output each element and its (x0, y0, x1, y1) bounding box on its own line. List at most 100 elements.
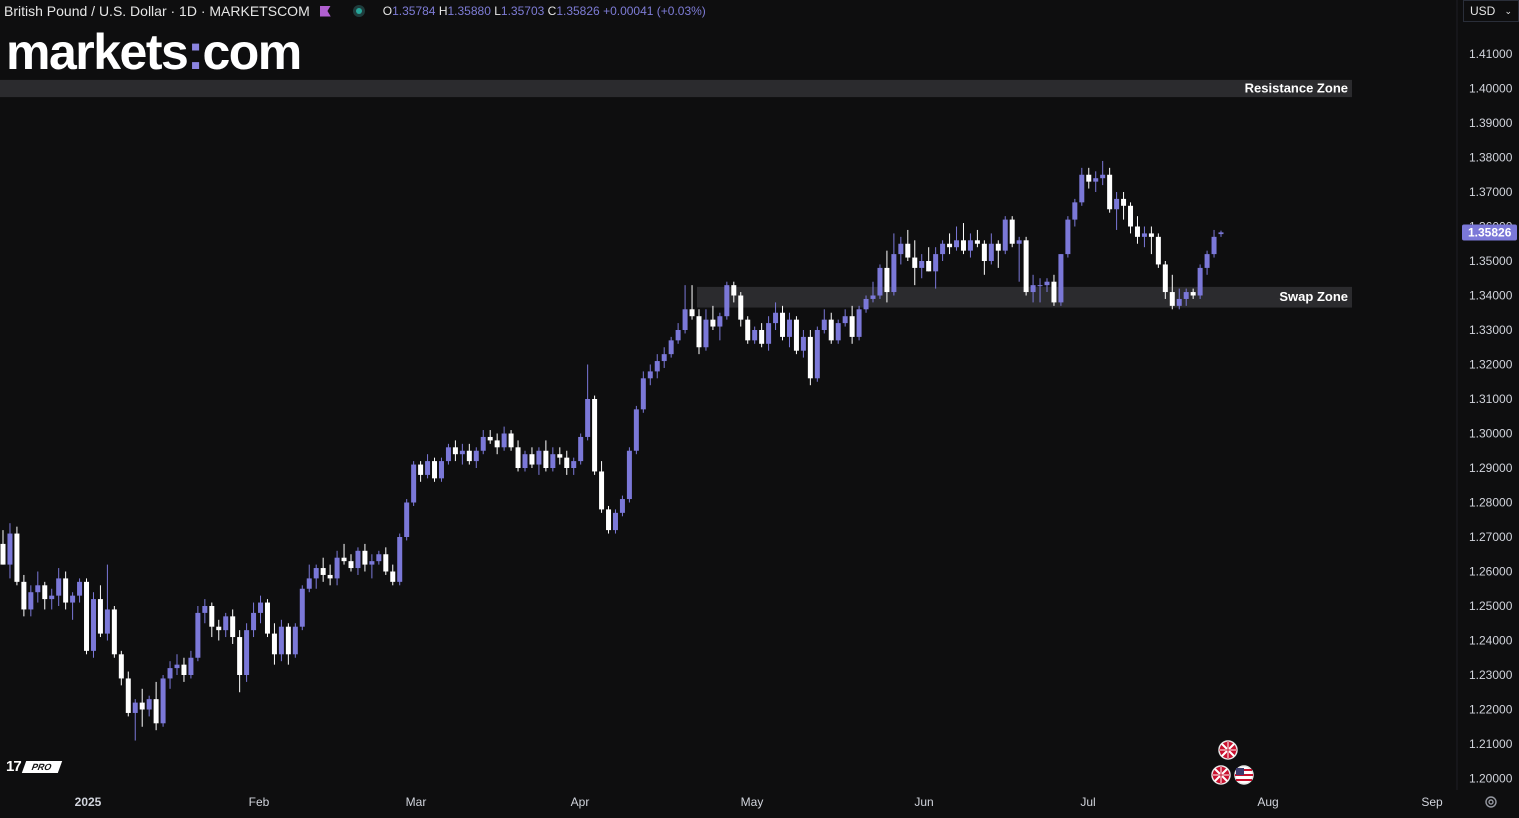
candle-body (856, 309, 862, 337)
x-tick-label: Apr (571, 795, 590, 809)
candle-body (132, 702, 138, 713)
candle-body (341, 557, 347, 562)
candles-layer (0, 160, 1224, 741)
candle-body (501, 433, 507, 448)
candle-body (97, 599, 103, 634)
candle-body (264, 602, 270, 634)
candle-body (557, 454, 563, 458)
candle-body (278, 626, 284, 655)
y-tick-label: 1.27000 (1469, 530, 1513, 544)
symbol-title[interactable]: British Pound / U.S. Dollar · 1D · MARKE… (4, 3, 310, 19)
candle-body (174, 664, 180, 669)
currency-selector[interactable]: USD ⌄ (1463, 0, 1519, 22)
candle-body (63, 578, 69, 603)
candle-body (1044, 281, 1050, 286)
candle-body (1009, 219, 1015, 244)
candle-body (271, 633, 277, 655)
price-tag-layer: 1.35826 (1462, 224, 1517, 241)
candle-body (599, 471, 605, 510)
candle-body (891, 254, 897, 293)
time-axis[interactable]: 2025 Feb Mar Apr May Jun Jul Aug Sep (75, 795, 1443, 809)
candle-body (522, 454, 528, 468)
candle-body (536, 450, 542, 465)
x-tick-label: May (741, 795, 764, 809)
candle-body (564, 457, 570, 468)
candle-body (7, 533, 13, 565)
candle-body (877, 267, 883, 296)
candle-body (1204, 254, 1210, 268)
candle-body (1128, 205, 1134, 227)
gear-icon[interactable] (1484, 795, 1498, 809)
candle-body (313, 568, 319, 579)
candle-body (717, 316, 723, 327)
candle-body (0, 543, 6, 565)
tradingview-logo[interactable]: 17 PRO (6, 758, 62, 775)
candle-body (28, 592, 34, 610)
us-flag-icon[interactable] (1234, 765, 1254, 785)
zone-label: Swap Zone (1279, 289, 1348, 304)
x-tick-label: Jun (914, 795, 933, 809)
symbol-header: British Pound / U.S. Dollar · 1D · MARKE… (4, 2, 706, 20)
ohlc-values: O1.35784 H1.35880 L1.35703 C1.35826 +0.0… (383, 4, 706, 18)
candle-body (759, 330, 765, 344)
y-tick-label: 1.28000 (1469, 496, 1513, 510)
candle-body (202, 606, 208, 613)
candle-body (870, 295, 876, 299)
candle-body (251, 612, 257, 631)
candle-body (585, 399, 591, 437)
current-price-label: 1.35826 (1468, 226, 1512, 240)
candle-body (508, 433, 514, 448)
candle-body (56, 578, 62, 596)
candle-body (1016, 240, 1022, 244)
candle-body (940, 243, 946, 255)
candle-body (1148, 233, 1154, 237)
x-tick-label: Jul (1080, 795, 1095, 809)
low-label: L (494, 4, 501, 18)
price-axis[interactable]: 1.20000 1.21000 1.22000 1.23000 1.24000 1.250… (1469, 47, 1513, 786)
candle-body (1162, 264, 1168, 293)
candle-body (153, 699, 159, 724)
candle-body (480, 436, 486, 451)
uk-flag-icon[interactable] (1218, 740, 1238, 760)
y-tick-label: 1.32000 (1469, 358, 1513, 372)
candle-body (1141, 233, 1147, 237)
candle-body (1051, 281, 1057, 303)
candle-body (1114, 198, 1120, 210)
candle-body (933, 254, 939, 272)
candle-body (995, 243, 1001, 251)
market-status-icon[interactable] (352, 5, 365, 17)
candle-body (919, 261, 925, 268)
candle-body (397, 537, 403, 582)
y-tick-label: 1.22000 (1469, 703, 1513, 717)
y-tick-label: 1.24000 (1469, 634, 1513, 648)
candle-body (612, 512, 618, 531)
candle-body (1093, 178, 1099, 182)
y-tick-label: 1.21000 (1469, 737, 1513, 751)
candle-body (550, 454, 556, 468)
candle-body (1183, 292, 1189, 299)
price-chart[interactable]: Resistance ZoneSwap Zone 1.200001.210001… (0, 0, 1519, 818)
candle-body (571, 461, 577, 468)
uk-flag-icon[interactable] (1211, 765, 1231, 785)
candle-body (1100, 174, 1106, 179)
candle-body (682, 309, 688, 330)
candle-body (35, 585, 41, 593)
x-tick-label: Sep (1421, 795, 1443, 809)
candle-body (954, 240, 960, 248)
candle-body (863, 298, 869, 310)
y-tick-label: 1.37000 (1469, 185, 1513, 199)
flag-icon[interactable] (319, 5, 331, 17)
candle-body (1218, 232, 1224, 235)
candle-body (703, 319, 709, 348)
candle-body (710, 319, 716, 327)
candle-body (306, 578, 312, 589)
candle-body (884, 267, 890, 293)
candle-body (209, 606, 215, 627)
y-tick-label: 1.23000 (1469, 668, 1513, 682)
candle-body (752, 330, 758, 341)
candle-body (1023, 240, 1029, 293)
candle-body (1037, 285, 1043, 287)
zone-band (0, 79, 1352, 98)
y-tick-label: 1.35000 (1469, 254, 1513, 268)
candle-body (675, 330, 681, 341)
